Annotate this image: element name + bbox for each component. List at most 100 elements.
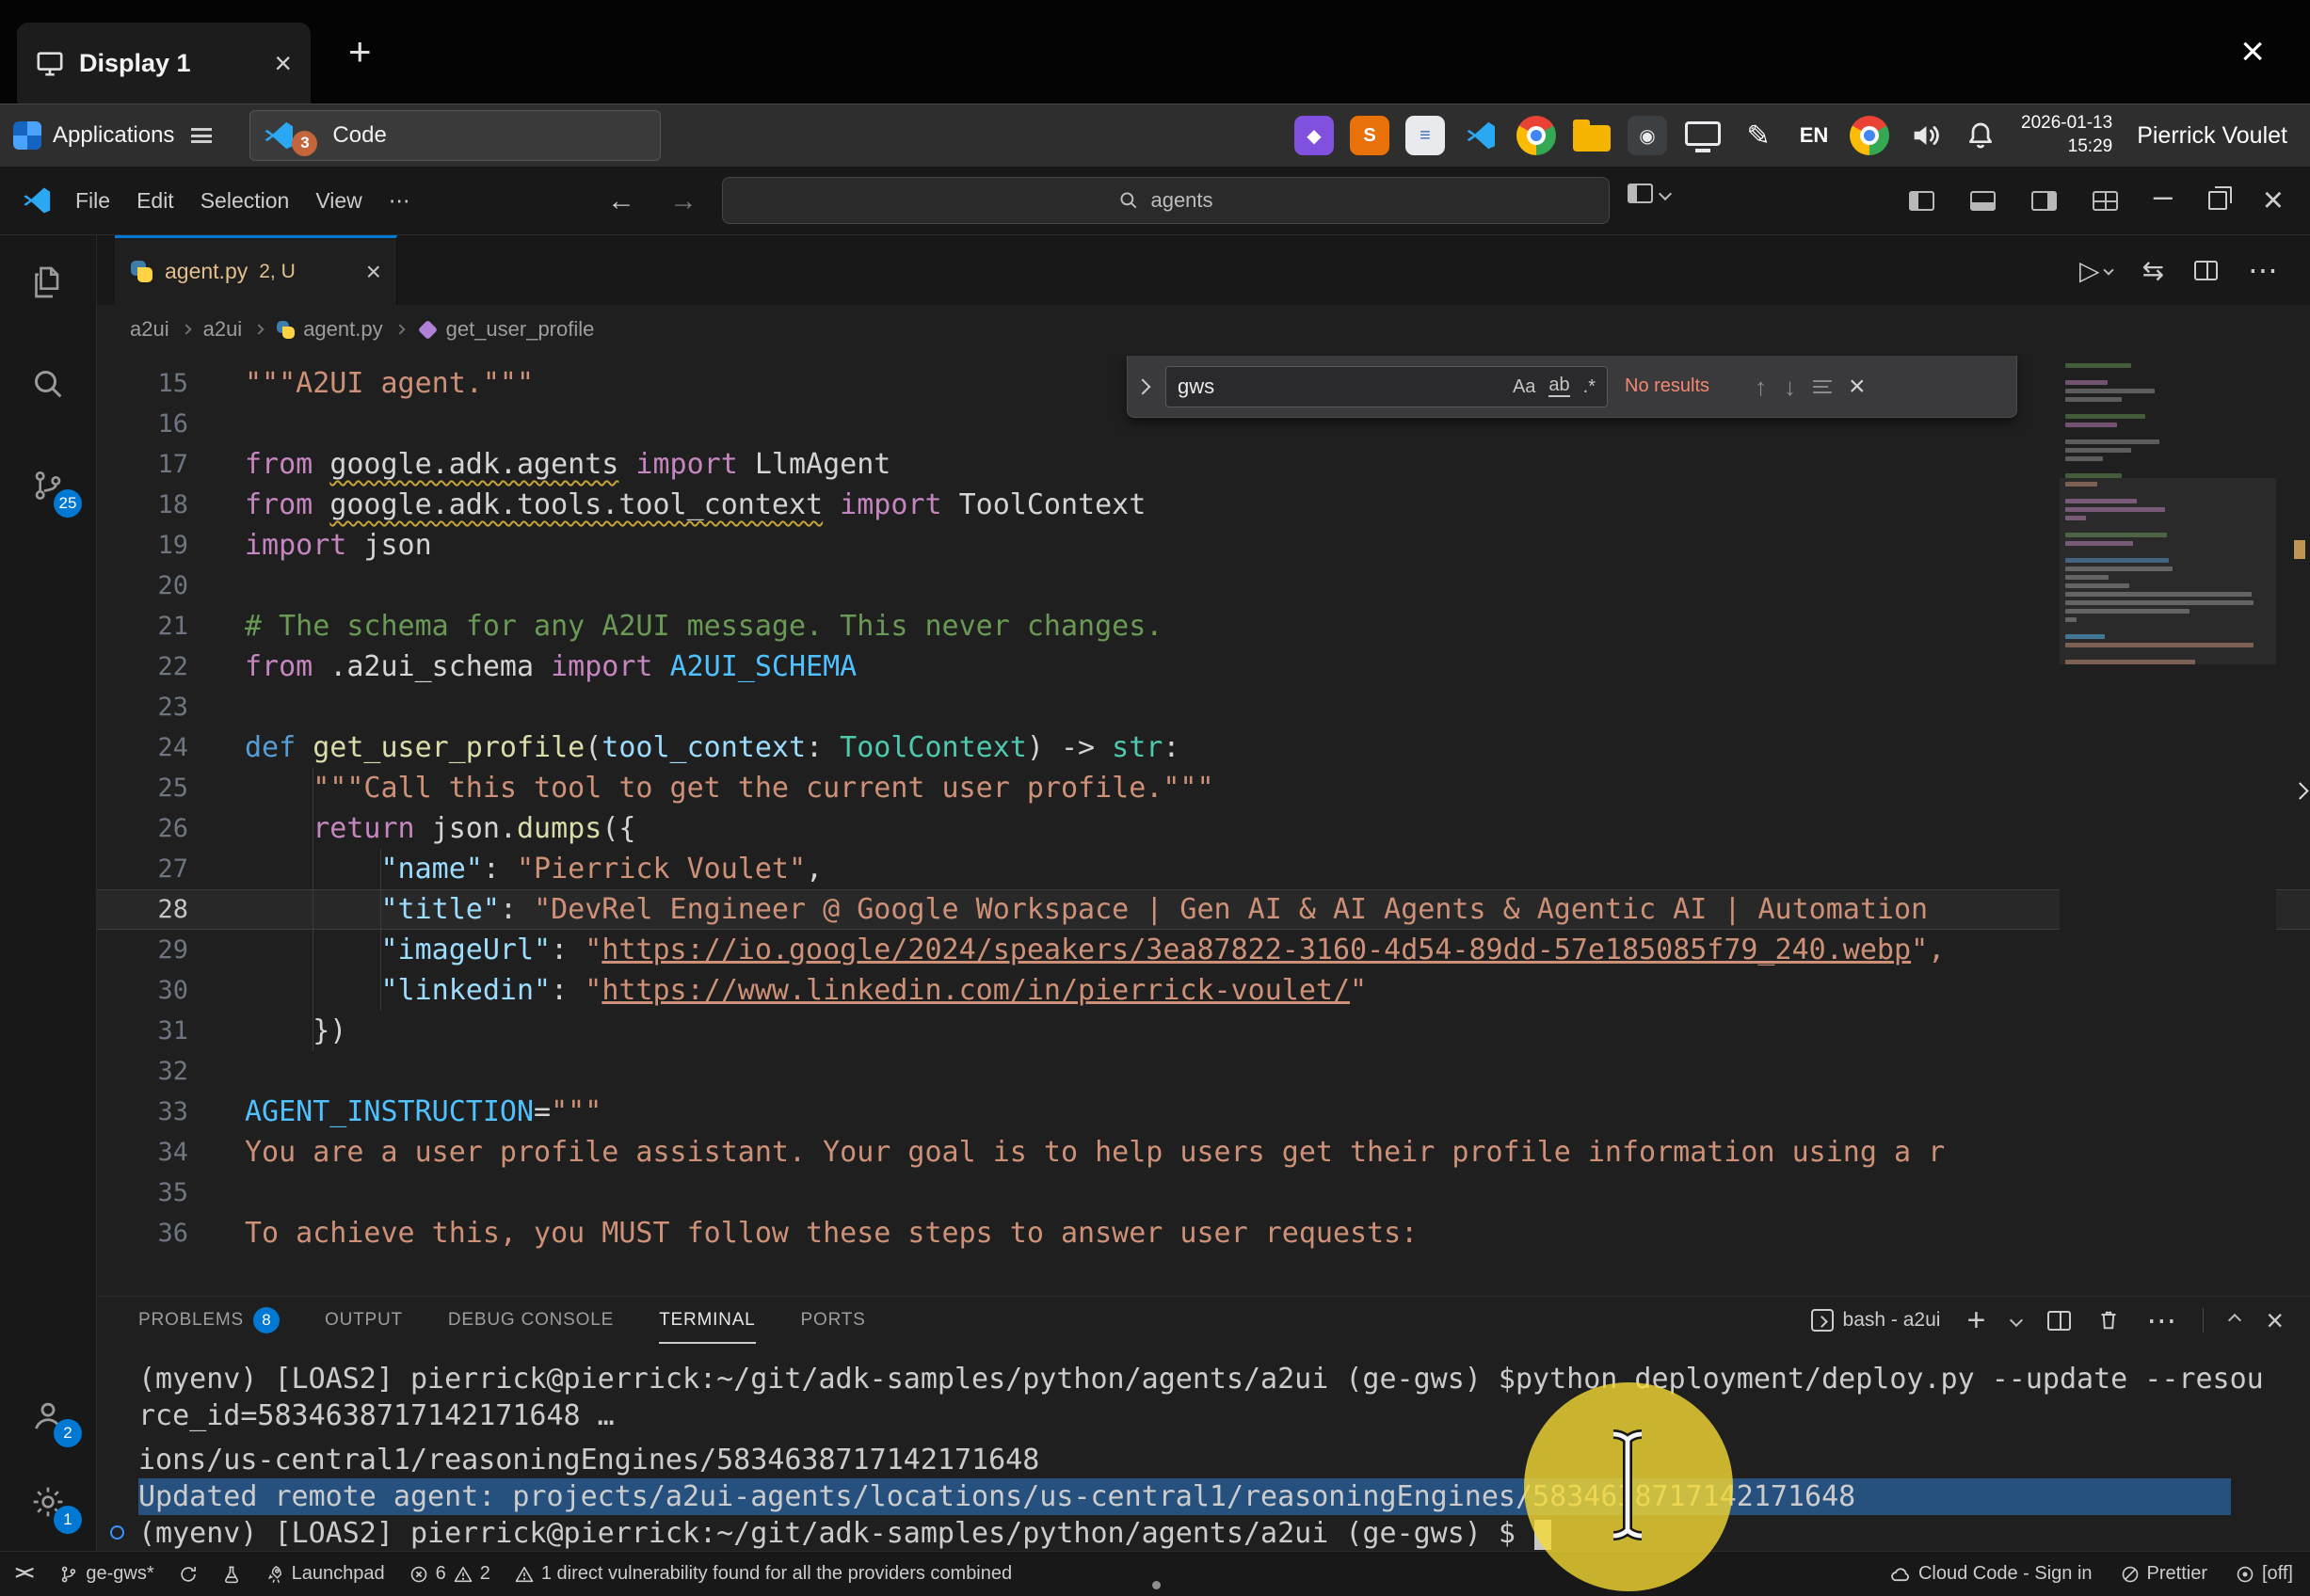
find-expand-icon[interactable] (1135, 378, 1151, 394)
tray-icon-chromium[interactable] (1850, 116, 1889, 155)
status-label: 2 (480, 1563, 490, 1585)
tray-icon-pen[interactable]: ✎ (1739, 116, 1778, 155)
close-window-icon[interactable]: × (2263, 183, 2284, 218)
terminal-content[interactable]: (myenv) [LOAS2] pierrick@pierrick:~/git/… (97, 1344, 2310, 1552)
activitybar-account[interactable]: 2 (22, 1391, 74, 1444)
command-center[interactable]: agents (722, 177, 1610, 224)
activitybar-explorer[interactable] (22, 258, 74, 311)
terminal-dropdown-icon[interactable] (2010, 1314, 2023, 1327)
tray-icon-display[interactable] (1683, 116, 1723, 155)
tray-icon-app-orange[interactable]: S (1350, 116, 1389, 155)
panel-tab-label: OUTPUT (325, 1310, 403, 1331)
git-branch[interactable]: ge-gws* (59, 1563, 153, 1585)
terminal-text: rce_id=5834638717142171648 … (138, 1399, 615, 1432)
toggle-secondary-sidebar-icon[interactable] (2031, 191, 2057, 211)
split-editor-icon[interactable] (2194, 261, 2218, 280)
problems-summary[interactable]: 62 (409, 1563, 490, 1585)
code-token: import (551, 650, 652, 683)
toggle-panel-icon[interactable] (1970, 191, 1996, 211)
screencast-mode[interactable]: [off] (2236, 1563, 2293, 1585)
more-actions-icon[interactable]: ⋯ (2248, 255, 2278, 285)
panel-more-icon[interactable]: ⋯ (2146, 1305, 2176, 1335)
split-terminal-icon[interactable] (2047, 1311, 2071, 1331)
code-editor[interactable]: 15"""A2UI agent."""1617from google.adk.a… (97, 354, 2310, 1296)
panel-tab-terminal[interactable]: TERMINAL (659, 1297, 755, 1344)
run-dropdown-icon[interactable] (2103, 264, 2113, 275)
minimize-icon[interactable]: – (2154, 179, 2173, 213)
breadcrumb-label: get_user_profile (446, 317, 595, 342)
applications-menu[interactable]: Applications (13, 121, 212, 150)
code-text: """Call this tool to get the current use… (245, 768, 1214, 808)
tray-icon-vscode[interactable] (1461, 116, 1500, 155)
close-panel-icon[interactable]: × (2266, 1305, 2284, 1335)
panel-tab-debug-console[interactable]: DEBUG CONSOLE (448, 1297, 614, 1344)
tray-icon-file-manager[interactable] (1572, 116, 1612, 155)
viewer-tab-close-icon[interactable]: × (274, 48, 292, 78)
kill-terminal-icon[interactable] (2097, 1309, 2120, 1332)
menu-item-file[interactable]: File (62, 181, 123, 221)
regex-toggle[interactable]: .* (1583, 377, 1596, 396)
taskbar-window-button-code[interactable]: 3 Code (249, 110, 661, 161)
launchpad[interactable]: Launchpad (265, 1563, 385, 1585)
minimap[interactable] (2060, 354, 2276, 1296)
editor-scrollbar[interactable] (2276, 354, 2310, 1296)
activitybar-settings[interactable]: 1 (22, 1477, 74, 1530)
tray-icon-screenshot[interactable]: ◉ (1628, 116, 1667, 155)
tray-icon-keyboard-layout[interactable]: EN (1794, 116, 1834, 155)
customize-layout-icon[interactable] (2093, 191, 2118, 211)
menu-item-selection[interactable]: Selection (187, 181, 303, 221)
editor-layout-launcher[interactable] (1628, 184, 1670, 203)
match-case-toggle[interactable]: Aa (1513, 377, 1535, 396)
menu-item-edit[interactable]: Edit (123, 181, 187, 221)
find-next-icon[interactable]: ↓ (1784, 375, 1796, 399)
clock[interactable]: 2026-01-13 15:29 (2021, 112, 2112, 158)
vulnerability-warning[interactable]: 1 direct vulnerability found for all the… (515, 1563, 1012, 1585)
toggle-sidebar-icon[interactable] (1909, 191, 1934, 211)
tray-icon-volume[interactable] (1905, 116, 1945, 155)
find-previous-icon[interactable]: ↑ (1755, 375, 1767, 399)
go-forward-icon[interactable]: → (669, 185, 698, 217)
find-input[interactable]: gws Aa ab .* (1165, 366, 1608, 407)
panel-tab-output[interactable]: OUTPUT (325, 1297, 403, 1344)
tab-close-icon[interactable]: × (366, 259, 381, 285)
viewer-tab-display1[interactable]: Display 1 × (17, 23, 311, 104)
cloud-code-signin[interactable]: Cloud Code - Sign in (1890, 1563, 2093, 1585)
restore-icon[interactable] (2208, 191, 2227, 210)
tray-icon-chrome[interactable] (1516, 116, 1556, 155)
minimap-slider[interactable] (2060, 478, 2276, 664)
find-in-selection-icon[interactable] (1813, 380, 1832, 393)
terminal-title: bash - a2ui (1843, 1309, 1941, 1332)
viewer-new-tab-button[interactable]: + (348, 32, 372, 72)
viewer-close-icon[interactable]: × (2240, 31, 2265, 72)
code-line-30: 30 "linkedin": "https://www.linkedin.com… (97, 970, 2310, 1011)
breadcrumb-item-get_user_profile[interactable]: get_user_profile (417, 317, 595, 342)
tab-agent-py[interactable]: agent.py 2, U × (115, 235, 397, 305)
panel-tab-ports[interactable]: PORTS (801, 1297, 866, 1344)
panel-tab-problems[interactable]: PROBLEMS8 (138, 1297, 280, 1344)
session-user[interactable]: Pierrick Voulet (2137, 122, 2287, 150)
git-sync[interactable] (179, 1565, 198, 1584)
breadcrumb-item-a2ui[interactable]: a2ui (130, 317, 169, 342)
menu-item-more[interactable]: ⋯ (376, 181, 424, 221)
breadcrumb-item-agent.py[interactable]: agent.py (276, 317, 382, 342)
open-changes-icon[interactable]: ⇆ (2142, 255, 2164, 286)
breadcrumb-item-a2ui[interactable]: a2ui (203, 317, 243, 342)
activitybar-search[interactable] (22, 359, 74, 412)
menu-item-view[interactable]: View (302, 181, 375, 221)
tray-icon-notifications[interactable] (1961, 116, 2000, 155)
go-back-icon[interactable]: ← (607, 185, 635, 217)
tray-icon-app-light[interactable]: ≡ (1405, 116, 1445, 155)
run-python-file-button[interactable]: ▷ (2079, 255, 2112, 286)
beaker-status[interactable] (222, 1565, 241, 1584)
maximize-panel-icon[interactable] (2228, 1314, 2241, 1327)
remote-indicator[interactable]: >< (15, 1563, 35, 1585)
tray-icon-app-purple[interactable]: ◆ (1294, 116, 1334, 155)
terminal-instance[interactable]: bash - a2ui (1811, 1309, 1941, 1332)
find-close-icon[interactable]: × (1849, 373, 1866, 401)
activitybar-source-control[interactable]: 25 (22, 461, 74, 514)
code-line-29: 29 "imageUrl": "https://io.google/2024/s… (97, 930, 2310, 970)
prettier[interactable]: Prettier (2121, 1563, 2207, 1585)
whole-word-toggle[interactable]: ab (1548, 375, 1569, 397)
minimap-line (2065, 363, 2131, 368)
new-terminal-icon[interactable]: + (1966, 1304, 1985, 1336)
